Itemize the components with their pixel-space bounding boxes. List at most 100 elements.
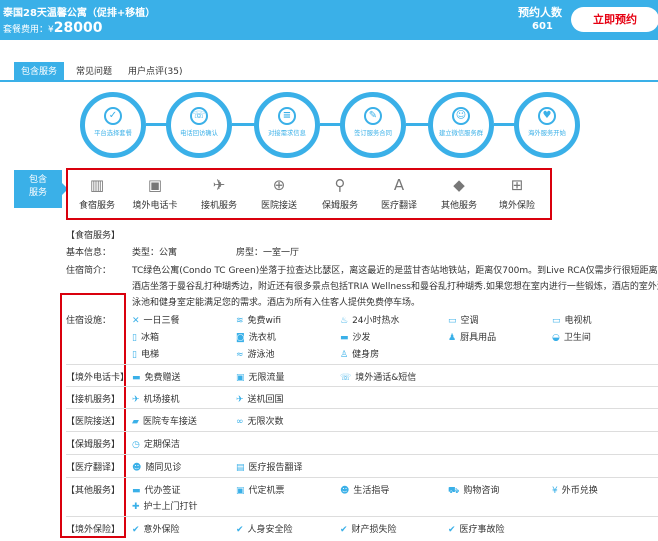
step-connector <box>406 123 430 126</box>
row-item-text: 人身安全险 <box>247 525 293 535</box>
facility-item: ▯ 电梯 <box>132 347 159 360</box>
service-hospital-transfer[interactable]: ⊕ 医院接送 <box>252 175 306 211</box>
hospital-icon: ⊕ <box>272 176 286 194</box>
intro-label: 住宿简介： <box>66 266 112 276</box>
facility-name: 厨具用品 <box>460 333 497 343</box>
tab-user-reviews[interactable]: 用户点评(35) <box>124 62 186 82</box>
facility-name: 卫生间 <box>563 333 591 343</box>
facility-name: 游泳池 <box>247 350 275 360</box>
kitchenware-icon: ♟ <box>448 333 457 343</box>
row-item-text: 送机回国 <box>247 395 284 405</box>
bathroom-icon: ◒ <box>552 333 560 343</box>
row-label-airport: 【接机服务】 <box>66 395 121 405</box>
row-item: ✔ 意外保险 <box>132 522 180 535</box>
row-label-medical-translation: 【医疗翻译】 <box>66 463 121 473</box>
facility-item: ♟ 厨具用品 <box>448 330 496 343</box>
step-requirements: ≡ 对接需求信息 <box>254 92 320 158</box>
facility-name: 冰箱 <box>140 333 159 343</box>
book-now-button[interactable]: 立即预约 <box>571 7 658 32</box>
wechat-user-icon: ☺ <box>452 107 470 125</box>
step-choose-package: ✓ 平台选择套餐 <box>80 92 146 158</box>
check-icon: ✔ <box>236 525 244 535</box>
tab-faq[interactable]: 常见问题 <box>72 62 116 82</box>
tab-bar: 包含服务 常见问题 用户点评(35) <box>0 62 658 82</box>
facility-item: ◙ 洗衣机 <box>236 330 276 343</box>
row-item: ✚ 护士上门打针 <box>132 499 198 512</box>
service-airport-pickup[interactable]: ✈ 接机服务 <box>192 175 246 211</box>
facility-item: ≈ 游泳池 <box>236 347 275 360</box>
row-item-text: 代办签证 <box>144 486 181 496</box>
sofa-icon: ▬ <box>340 333 349 343</box>
row-item-text: 生活指导 <box>353 486 390 496</box>
check-icon: ✔ <box>448 525 456 535</box>
phone-check-icon: ☏ <box>190 107 208 125</box>
row-item-text: 定期保洁 <box>143 440 180 450</box>
cart-icon: ⛟ <box>448 486 460 496</box>
airplane-icon: ✈ <box>132 395 140 405</box>
row-item: ◷ 定期保洁 <box>132 437 180 450</box>
row-item: ✔ 医疗事故险 <box>448 522 505 535</box>
service-other[interactable]: ◆ 其他服务 <box>432 175 486 211</box>
row-item-text: 随同见诊 <box>145 463 182 473</box>
hot-water-icon: ♨ <box>340 316 349 326</box>
row-item-text: 免费赠送 <box>144 373 181 383</box>
divider <box>66 477 658 478</box>
basic-info-label: 基本信息： <box>66 248 112 258</box>
fee-value: 28000 <box>53 20 103 36</box>
service-label: 境外电话卡 <box>132 201 178 211</box>
row-item-text: 代定机票 <box>248 486 285 496</box>
facility-name: 电视机 <box>564 316 592 326</box>
intro-line: 泳池和健身室定能满足您的需求。酒店为所有入住客人提供免费停车场。 <box>132 298 421 308</box>
step-contract: ✎ 签订服务合同 <box>340 92 406 158</box>
row-item: ✈ 送机回国 <box>236 392 284 405</box>
step-phone-confirm: ☏ 电话回访确认 <box>166 92 232 158</box>
intro-line: 酒店坐落于曼谷乱打种瑚秀边，附近还有很多景点包括TRIA Wellness和曼谷… <box>132 282 658 292</box>
heart-icon: ♥ <box>538 107 556 125</box>
divider <box>66 516 658 517</box>
row-item: ✔ 人身安全险 <box>236 522 293 535</box>
service-label: 接机服务 <box>200 201 237 211</box>
service-label: 医疗翻译 <box>380 201 417 211</box>
service-medical-translation[interactable]: A 医疗翻译 <box>372 175 426 211</box>
service-nanny[interactable]: ⚲ 保姆服务 <box>313 175 367 211</box>
wifi-icon: ≋ <box>236 316 244 326</box>
row-item: ∞ 无限次数 <box>236 414 284 427</box>
people-icon: ☻ <box>132 463 142 473</box>
row-item-text: 境外通话&短信 <box>355 373 417 383</box>
grid-icon: ◆ <box>453 176 465 194</box>
free-icon: ▬ <box>132 373 141 383</box>
clock-icon: ◷ <box>132 440 140 450</box>
facility-name: 沙发 <box>352 333 371 343</box>
facility-item: ▭ 电视机 <box>552 313 592 326</box>
step-label: 签订服务合同 <box>354 129 392 137</box>
row-item: ✈ 机场接机 <box>132 392 180 405</box>
syringe-icon: ✚ <box>132 502 140 512</box>
row-label-other: 【其他服务】 <box>66 486 121 496</box>
basic-type: 类型：公寓 <box>132 248 178 258</box>
service-sim-card[interactable]: ▣ 境外电话卡 <box>128 175 182 211</box>
visa-icon: ▬ <box>132 486 141 496</box>
row-item: ▬ 代办签证 <box>132 483 181 496</box>
row-item: ▣ 无限流量 <box>236 370 285 383</box>
service-category-bar: ▥ 食宿服务 ▣ 境外电话卡 ✈ 接机服务 ⊕ 医院接送 ⚲ 保姆服务 A 医疗翻译 ◆ 其他… <box>66 168 552 220</box>
row-item: ▣ 代定机票 <box>236 483 285 496</box>
facility-item: ≋ 免费wifi <box>236 313 281 326</box>
ticket-icon: ▣ <box>236 486 245 496</box>
step-connector <box>494 123 516 126</box>
broom-icon: ⚲ <box>334 176 346 194</box>
row-item: ☏ 境外通话&短信 <box>340 370 416 383</box>
row-item-text: 无限流量 <box>248 373 285 383</box>
tab-included-services[interactable]: 包含服务 <box>14 62 64 82</box>
airplane-icon: ✈ <box>236 395 244 405</box>
check-icon: ✔ <box>132 525 140 535</box>
row-item: ☻ 生活指导 <box>340 483 389 496</box>
service-overseas-insurance[interactable]: ⊞ 境外保险 <box>490 175 544 211</box>
row-item-text: 机场接机 <box>143 395 180 405</box>
gym-icon: ♙ <box>340 350 349 360</box>
facility-name: 健身房 <box>352 350 380 360</box>
air-conditioner-icon: ▭ <box>448 316 457 326</box>
car-icon: ▰ <box>132 417 139 427</box>
service-lodging[interactable]: ▥ 食宿服务 <box>70 175 124 211</box>
pool-icon: ≈ <box>236 350 244 360</box>
divider <box>66 431 658 432</box>
